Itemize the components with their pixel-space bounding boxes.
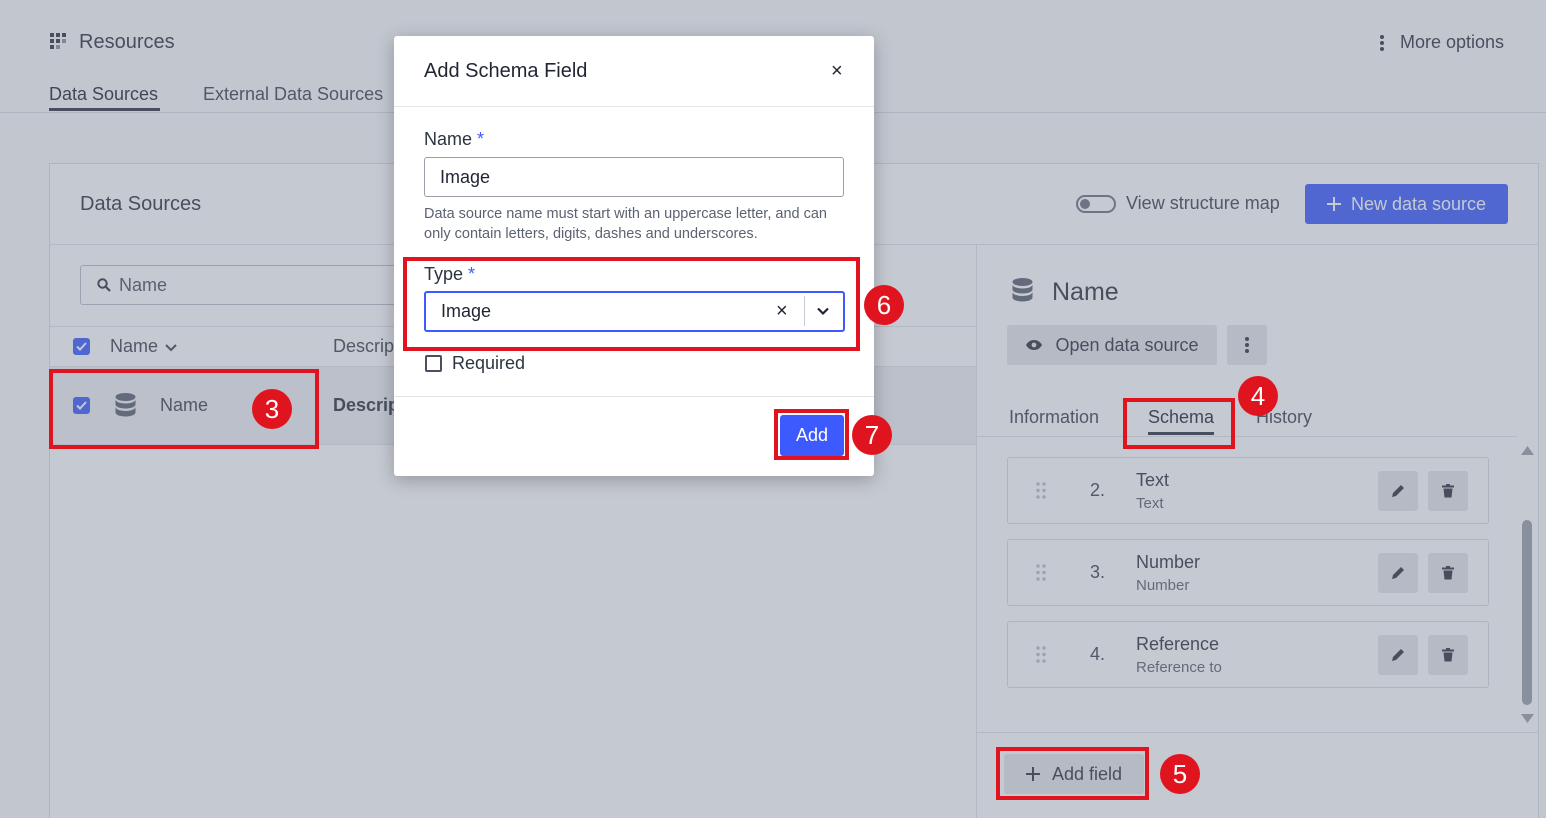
step-badge-7: 7: [852, 415, 892, 455]
dialog-title: Add Schema Field: [424, 60, 588, 82]
close-icon[interactable]: ×: [831, 60, 843, 83]
annotation-box-6: [403, 257, 860, 351]
name-field-label: Name *: [424, 129, 484, 150]
annotation-box-5: [996, 747, 1149, 800]
step-badge-5: 5: [1160, 754, 1200, 794]
annotation-box-4: [1123, 398, 1235, 449]
required-label: Required: [452, 353, 526, 373]
step-badge-6: 6: [864, 285, 904, 325]
dialog-header-divider: [394, 106, 874, 107]
required-checkbox[interactable]: [425, 355, 442, 372]
step-badge-4: 4: [1238, 376, 1278, 416]
annotation-box-7: [774, 409, 849, 460]
name-input[interactable]: Image: [424, 157, 844, 197]
name-label-text: Name: [424, 129, 473, 149]
required-asterisk: *: [477, 129, 485, 149]
name-input-value: Image: [440, 166, 491, 187]
name-hint: Data source name must start with an uppe…: [424, 206, 827, 242]
dialog-footer-divider: [394, 396, 874, 397]
step-badge-3: 3: [252, 389, 292, 429]
